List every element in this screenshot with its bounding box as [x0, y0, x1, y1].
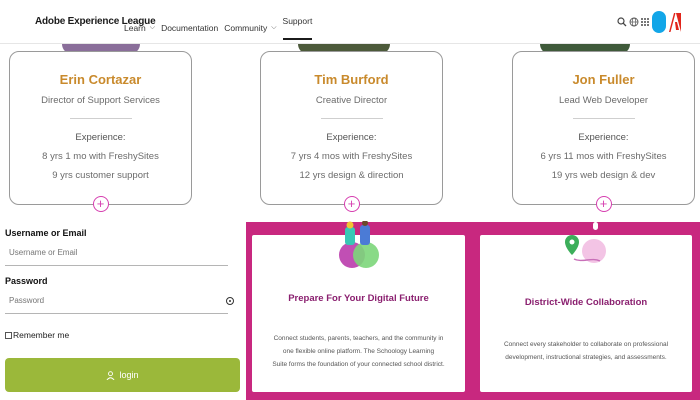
expand-plus-icon[interactable]: +: [343, 196, 360, 212]
team-card: Jon Fuller Lead Web Developer Experience…: [512, 51, 695, 212]
chevron-down-icon: ⌵: [149, 24, 156, 31]
chevron-down-icon: ⌵: [271, 24, 277, 31]
show-password-eye-icon[interactable]: [226, 297, 234, 305]
experience-line: 6 yrs 11 mos with FreshySites: [540, 151, 667, 162]
user-avatar[interactable]: [652, 11, 666, 33]
remember-me-label: Remember me: [13, 330, 70, 340]
nav-icons: [617, 11, 682, 33]
username-label: Username or Email: [5, 228, 87, 238]
nav-learn[interactable]: Learn ⌵: [124, 16, 155, 40]
remember-me-checkbox[interactable]: [5, 331, 12, 339]
feature-title: District-Wide Collaboration: [524, 297, 648, 308]
divider: [320, 118, 383, 119]
password-input[interactable]: [5, 288, 228, 313]
people-illustration-icon: [339, 221, 379, 268]
experience-line: 12 yrs design & direction: [299, 170, 404, 181]
team-member-name: Tim Burford: [314, 72, 389, 87]
password-label: Password: [5, 276, 48, 286]
login-form: Username or Email Password Remember me: [5, 222, 241, 340]
feature-description: Connect students, parents, teachers, and…: [272, 335, 445, 368]
team-member-role: Director of Support Services: [41, 95, 160, 106]
nav-support[interactable]: Support: [282, 16, 313, 40]
team-card: Tim Burford Creative Director Experience…: [260, 51, 443, 212]
expand-plus-icon[interactable]: +: [92, 196, 109, 212]
nav-documentation[interactable]: Documentation: [161, 16, 218, 40]
expand-plus-icon[interactable]: +: [595, 196, 612, 212]
experience-line: 19 yrs web design & dev: [551, 170, 656, 181]
divider: [69, 118, 132, 119]
team-member-name: Jon Fuller: [572, 72, 635, 87]
login-button-label: login: [119, 370, 139, 380]
marker-dot-icon: [593, 222, 598, 230]
username-input[interactable]: [5, 240, 228, 265]
nav-links: Learn ⌵ Documentation Community ⌵ Suppor…: [124, 16, 318, 40]
experience-heading: Experience:: [578, 132, 629, 143]
top-navigation: Adobe Experience League Learn ⌵ Document…: [0, 0, 700, 44]
globe-icon[interactable]: [629, 17, 639, 27]
experience-line: 7 yrs 4 mos with FreshySites: [290, 151, 413, 162]
team-member-role: Lead Web Developer: [558, 95, 649, 106]
experience-heading: Experience:: [326, 132, 377, 143]
remember-me[interactable]: Remember me: [5, 330, 241, 340]
apps-grid-icon[interactable]: [641, 18, 650, 26]
team-card: Erin Cortazar Director of Support Servic…: [9, 51, 192, 212]
experience-line: 8 yrs 1 mo with FreshySites: [42, 151, 159, 162]
adobe-logo-icon[interactable]: [668, 11, 682, 33]
experience-line: 9 yrs customer support: [52, 170, 149, 181]
user-icon: [107, 370, 115, 380]
feature-title: Prepare For Your Digital Future: [288, 293, 429, 304]
password-field-wrapper: [5, 288, 234, 314]
feature-description: Connect every stakeholder to collaborate…: [503, 341, 669, 361]
team-member-role: Creative Director: [315, 95, 388, 106]
login-button[interactable]: login: [5, 358, 240, 392]
username-field-wrapper: [5, 240, 228, 266]
search-icon[interactable]: [617, 17, 627, 27]
team-member-name: Erin Cortazar: [59, 72, 142, 87]
experience-heading: Experience:: [75, 132, 126, 143]
nav-community[interactable]: Community ⌵: [224, 16, 276, 40]
map-pin-illustration-icon: [565, 235, 606, 263]
feature-card: District-Wide Collaboration Connect ever…: [480, 235, 692, 392]
feature-card: Prepare For Your Digital Future Connect …: [252, 221, 465, 392]
divider: [572, 118, 635, 119]
